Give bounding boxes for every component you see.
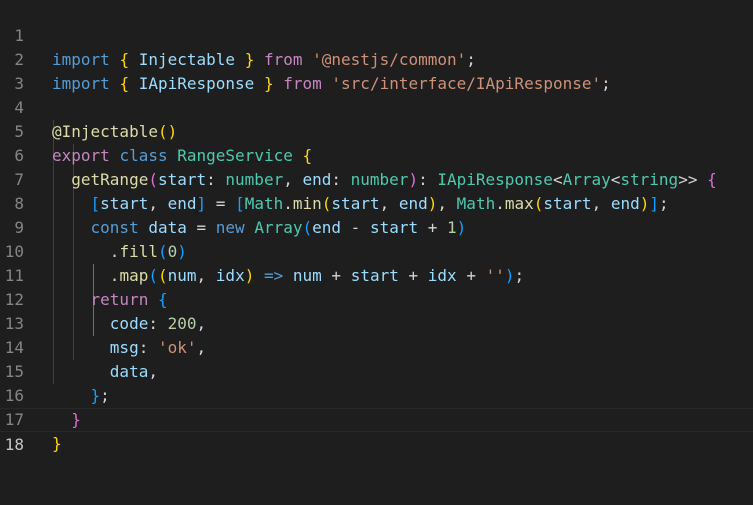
code-line[interactable]: 17 } (0, 384, 753, 453)
code-line[interactable]: 11 return { (0, 240, 753, 309)
code-line[interactable]: 8 const data = new Array(end - start + 1… (0, 168, 753, 237)
code-line[interactable]: 1 import { Injectable } from '@nestjs/co… (0, 0, 753, 69)
code-line[interactable]: 9 .fill(0) (0, 192, 753, 261)
code-line[interactable]: 4 @Injectable() (0, 72, 753, 141)
line-code: } (52, 434, 62, 453)
code-line[interactable]: 7 [start, end] = [Math.min(start, end), … (0, 144, 753, 213)
code-line[interactable]: 6 getRange(start: number, end: number): … (0, 120, 753, 189)
code-line[interactable]: 10 .map((num, idx) => num + start + idx … (0, 216, 753, 285)
code-line-current[interactable]: 18 (0, 408, 753, 454)
code-line[interactable]: 2 import { IApiResponse } from 'src/inte… (0, 24, 753, 93)
code-line[interactable]: 3 (0, 48, 753, 93)
code-line[interactable]: 13 msg: 'ok', (0, 288, 753, 357)
code-line[interactable]: 15 }; (0, 336, 753, 405)
code-line[interactable]: 14 data, (0, 312, 753, 381)
code-editor[interactable]: 1 import { Injectable } from '@nestjs/co… (0, 0, 753, 454)
code-line[interactable]: 5 export class RangeService { (0, 96, 753, 165)
code-line[interactable]: 16 } (0, 360, 753, 429)
line-number: 18 (4, 435, 24, 454)
code-line[interactable]: 12 code: 200, (0, 264, 753, 333)
